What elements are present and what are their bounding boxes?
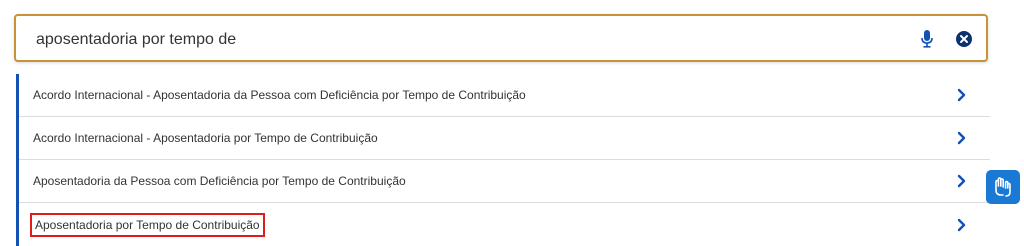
chevron-right-icon	[957, 174, 969, 188]
chevron-right-icon	[957, 88, 969, 102]
result-item-label: Aposentadoria por Tempo de Contribuição	[30, 212, 265, 237]
chevron-right-icon	[957, 218, 969, 232]
result-item-acordo-pcd[interactable]: Acordo Internacional - Aposentadoria da …	[19, 74, 990, 117]
search-results-list: Acordo Internacional - Aposentadoria da …	[16, 74, 990, 246]
chevron-right-icon	[957, 131, 969, 145]
sign-language-hands-icon[interactable]	[986, 170, 1020, 204]
result-item-tempo-contribuicao[interactable]: Aposentadoria por Tempo de Contribuição	[19, 203, 990, 246]
result-item-label: Acordo Internacional - Aposentadoria por…	[33, 131, 378, 145]
result-item-label: Acordo Internacional - Aposentadoria da …	[33, 88, 526, 102]
close-circle-icon[interactable]	[954, 29, 974, 49]
search-box	[14, 14, 988, 62]
result-item-label: Aposentadoria da Pessoa com Deficiência …	[33, 174, 406, 188]
microphone-icon[interactable]	[918, 28, 936, 50]
result-item-acordo-tempo[interactable]: Acordo Internacional - Aposentadoria por…	[19, 117, 990, 160]
search-input[interactable]	[34, 24, 898, 56]
result-item-pcd-tempo[interactable]: Aposentadoria da Pessoa com Deficiência …	[19, 160, 990, 203]
